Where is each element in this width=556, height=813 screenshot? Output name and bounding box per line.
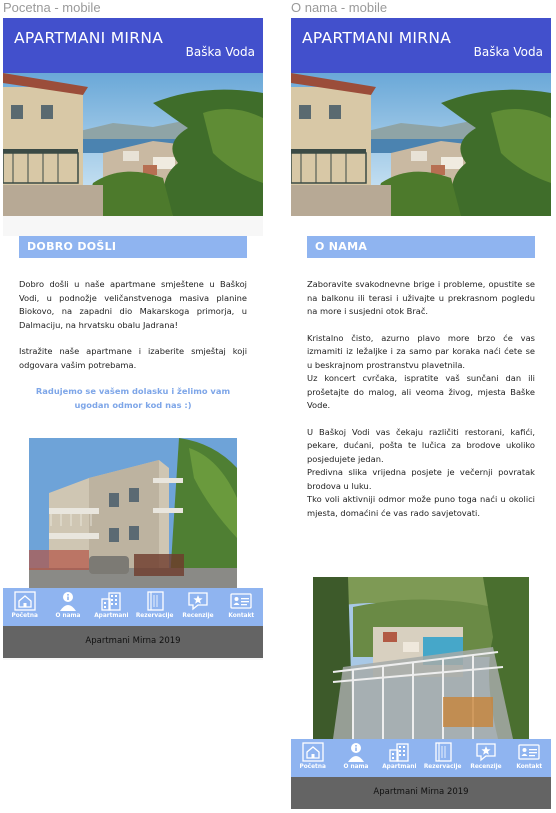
phone-frame-o-nama: APARTMANI MIRNA Baška Voda O NAMA Zabora… (291, 18, 551, 809)
review-star-icon (476, 743, 496, 762)
section-title: DOBRO DOŠLI (19, 236, 247, 258)
nav-item-o-nama[interactable]: O nama (46, 588, 89, 626)
home-icon (14, 591, 36, 611)
site-footer: Apartmani Mirna 2019 (3, 626, 263, 658)
about-paragraph-5: Predivna slika vrijedna posjete je večer… (307, 467, 535, 491)
site-brand[interactable]: APARTMANI MIRNA (302, 29, 451, 47)
welcome-highlight: Radujemo se vašem dolasku i želimo vam u… (35, 386, 231, 410)
nav-item-kontakt[interactable]: Kontakt (508, 739, 551, 777)
about-paragraph-1: Zaboravite svakodnevne brige i probleme,… (307, 279, 535, 316)
nav-label: Početna (299, 764, 326, 770)
building-icon (101, 592, 121, 611)
nav-item-pocetna[interactable]: Početna (291, 739, 334, 777)
nav-label: Početna (11, 613, 38, 619)
nav-label: Kontakt (516, 764, 543, 770)
nav-item-rezervacije[interactable]: Rezervacije (133, 588, 176, 626)
home-icon (302, 742, 324, 762)
site-header: APARTMANI MIRNA Baška Voda (3, 18, 263, 73)
contact-card-icon (518, 744, 540, 760)
book-icon (146, 591, 164, 611)
site-footer: Apartmani Mirna 2019 (291, 777, 551, 809)
nav-item-rezervacije[interactable]: Rezervacije (421, 739, 464, 777)
nav-item-apartmani[interactable]: Apartmani (90, 588, 133, 626)
site-town: Baška Voda (185, 45, 255, 59)
main-content: O NAMA Zaboravite svakodnevne brige i pr… (291, 236, 551, 759)
section-title: O NAMA (307, 236, 535, 258)
about-paragraph-6: Tko voli aktivniji odmor može puno toga … (307, 494, 535, 518)
site-header: APARTMANI MIRNA Baška Voda (291, 18, 551, 73)
review-star-icon (188, 592, 208, 611)
bottom-nav: Početna O nama Apartmani Rezervacije Rec… (291, 739, 551, 777)
nav-item-recenzije[interactable]: Recenzije (176, 588, 219, 626)
nav-label: Apartmani (94, 613, 129, 619)
intro-paragraph: Dobro došli u naše apartmane smještene u… (19, 279, 247, 330)
nav-item-recenzije[interactable]: Recenzije (464, 739, 507, 777)
nav-item-pocetna[interactable]: Početna (3, 588, 46, 626)
phone-frame-pocetna: APARTMANI MIRNA Baška Voda DOBRO DOŠLI D… (3, 18, 263, 660)
building-photo (29, 438, 237, 595)
book-icon (434, 742, 452, 762)
contact-card-icon (230, 593, 252, 609)
bottom-nav: Početna O nama Apartmani Rezervacije Rec… (3, 588, 263, 626)
main-content: DOBRO DOŠLI Dobro došli u naše apartmane… (3, 236, 263, 608)
nav-label: O nama (55, 613, 81, 619)
site-town: Baška Voda (473, 45, 543, 59)
nav-label: Recenzije (470, 764, 502, 770)
about-paragraph-3: Uz koncert cvrčaka, ispratite vaš sunčan… (307, 373, 535, 410)
nav-item-apartmani[interactable]: Apartmani (378, 739, 421, 777)
apartments-paragraph: Istražite naše apartmane i izaberite smj… (19, 346, 247, 370)
artboard-label-o-nama: O nama - mobile (291, 0, 388, 15)
about-paragraph-2: Kristalno čisto, azurno plavo more brzo … (307, 332, 535, 370)
person-info-icon (59, 592, 76, 611)
nav-label: Rezervacije (135, 613, 174, 619)
building-icon (389, 743, 409, 762)
site-brand[interactable]: APARTMANI MIRNA (14, 29, 163, 47)
about-paragraph-4: U Baškoj Vodi vas čekaju različiti resto… (307, 426, 535, 464)
hero-image (3, 73, 263, 216)
nav-item-o-nama[interactable]: O nama (334, 739, 377, 777)
nav-item-kontakt[interactable]: Kontakt (220, 588, 263, 626)
artboard-label-pocetna: Pocetna - mobile (3, 0, 101, 15)
nav-label: Rezervacije (423, 764, 462, 770)
nav-label: Apartmani (382, 764, 417, 770)
balcony-view-photo (313, 577, 529, 739)
nav-label: Recenzije (182, 613, 214, 619)
nav-label: Kontakt (228, 613, 255, 619)
nav-label: O nama (343, 764, 369, 770)
hero-image (291, 73, 551, 216)
person-info-icon (347, 743, 364, 762)
